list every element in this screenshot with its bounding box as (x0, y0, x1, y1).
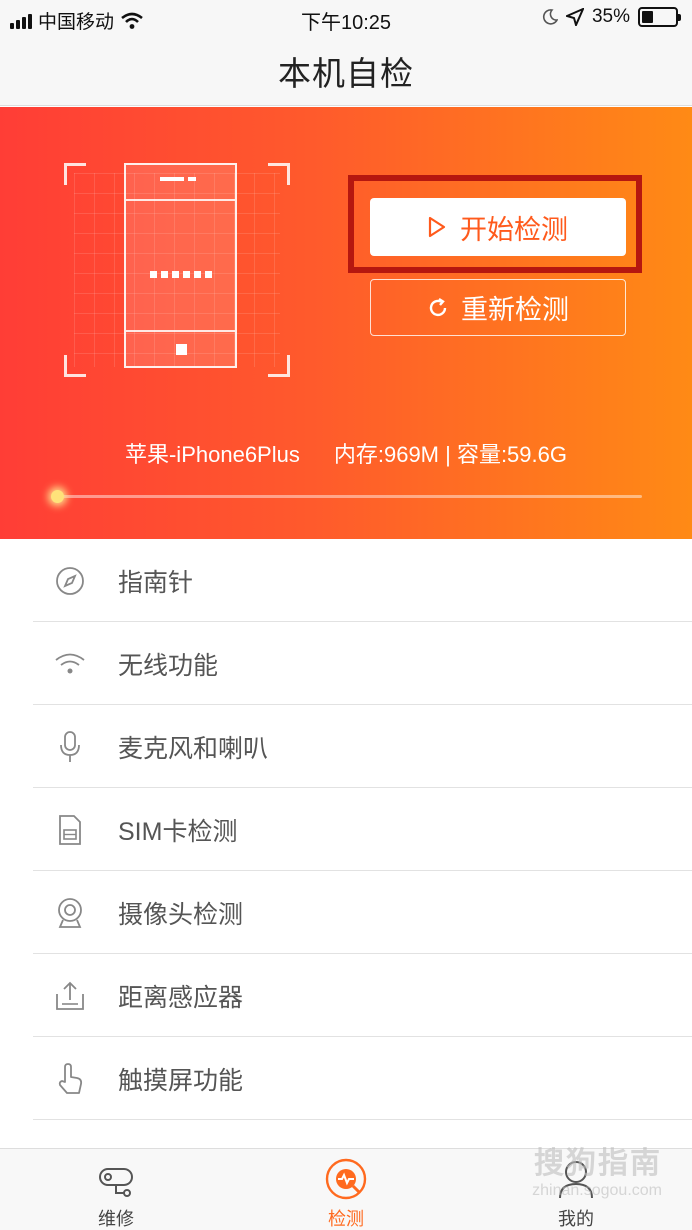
proximity-sensor-icon (52, 978, 88, 1014)
detection-progress-bar (51, 490, 642, 503)
start-detection-label: 开始检测 (460, 214, 568, 245)
sim-card-icon (52, 812, 88, 848)
phone-icon (124, 163, 237, 368)
hero-panel: 开始检测 重新检测 苹果-iPhone6Plus 内存:969M | 容量:59… (0, 107, 692, 539)
phone-speaker (160, 177, 184, 181)
restart-detection-button[interactable]: 重新检测 (370, 279, 626, 336)
play-icon (428, 216, 446, 238)
camera-icon (52, 895, 88, 931)
device-model: 苹果-iPhone6Plus (124, 442, 300, 467)
repair-icon (94, 1157, 138, 1201)
watermark-logo: 搜狗指南 (534, 1147, 662, 1180)
restart-detection-label: 重新检测 (461, 295, 569, 325)
battery-fill (642, 11, 654, 23)
scan-corner (268, 163, 290, 185)
list-item-label: 触摸屏功能 (118, 1066, 244, 1095)
tab-label: 维修 (98, 1209, 134, 1229)
list-item-sim[interactable]: SIM卡检测 (0, 788, 692, 871)
list-item-compass[interactable]: 指南针 (0, 539, 692, 622)
phone-scan-illustration (64, 163, 290, 377)
page-title: 本机自检 (278, 54, 414, 92)
watermark-url: zhinan.sogou.com (532, 1182, 662, 1199)
detect-icon (324, 1157, 368, 1201)
phone-camera (188, 177, 196, 181)
scan-corner (64, 163, 86, 185)
microphone-icon (52, 729, 88, 765)
touch-icon (52, 1061, 88, 1097)
scan-corner (268, 355, 290, 377)
list-item-label: 麦克风和喇叭 (118, 734, 269, 763)
status-bar: 中国移动 下午10:25 35% (0, 0, 692, 36)
list-item-touch[interactable]: 触摸屏功能 (0, 1037, 692, 1120)
tab-repair[interactable]: 维修 (56, 1149, 176, 1230)
scan-corner (64, 355, 86, 377)
list-item-proximity[interactable]: 距离感应器 (0, 954, 692, 1037)
phone-home-button (176, 344, 187, 355)
compass-icon (52, 563, 88, 599)
progress-knob (51, 490, 64, 503)
start-detection-button[interactable]: 开始检测 (370, 198, 626, 256)
list-item-label: 指南针 (118, 568, 194, 597)
list-item-label: 无线功能 (118, 651, 219, 680)
device-storage: 内存:969M | 容量:59.6G (333, 442, 567, 467)
device-info: 苹果-iPhone6Plus 内存:969M | 容量:59.6G (0, 437, 692, 469)
phone-top (126, 165, 235, 201)
list-item-label: 摄像头检测 (118, 900, 244, 929)
tab-detect[interactable]: 检测 (286, 1149, 406, 1230)
location-icon (565, 8, 584, 26)
list-item-wifi[interactable]: 无线功能 (0, 622, 692, 705)
refresh-icon (429, 297, 447, 316)
list-item-microphone[interactable]: 麦克风和喇叭 (0, 705, 692, 788)
detection-list: 指南针 无线功能 麦克风和喇叭 SIM卡检测 摄像头检测 距离感应器 触摸屏功能 (0, 539, 692, 1120)
phone-dots (150, 271, 212, 278)
nav-bar: 本机自检 (0, 36, 692, 106)
list-item-camera[interactable]: 摄像头检测 (0, 871, 692, 954)
battery-percent: 35% (591, 6, 630, 27)
list-item-label: SIM卡检测 (118, 817, 238, 846)
battery-icon (638, 7, 681, 27)
tab-label: 检测 (328, 1209, 364, 1229)
moon-icon (542, 9, 558, 25)
list-item-label: 距离感应器 (118, 983, 244, 1012)
wifi-icon (52, 646, 88, 682)
divider (33, 1119, 692, 1120)
phone-bottom (126, 330, 235, 366)
status-right: 35% (542, 6, 681, 28)
tab-label: 我的 (558, 1209, 594, 1229)
